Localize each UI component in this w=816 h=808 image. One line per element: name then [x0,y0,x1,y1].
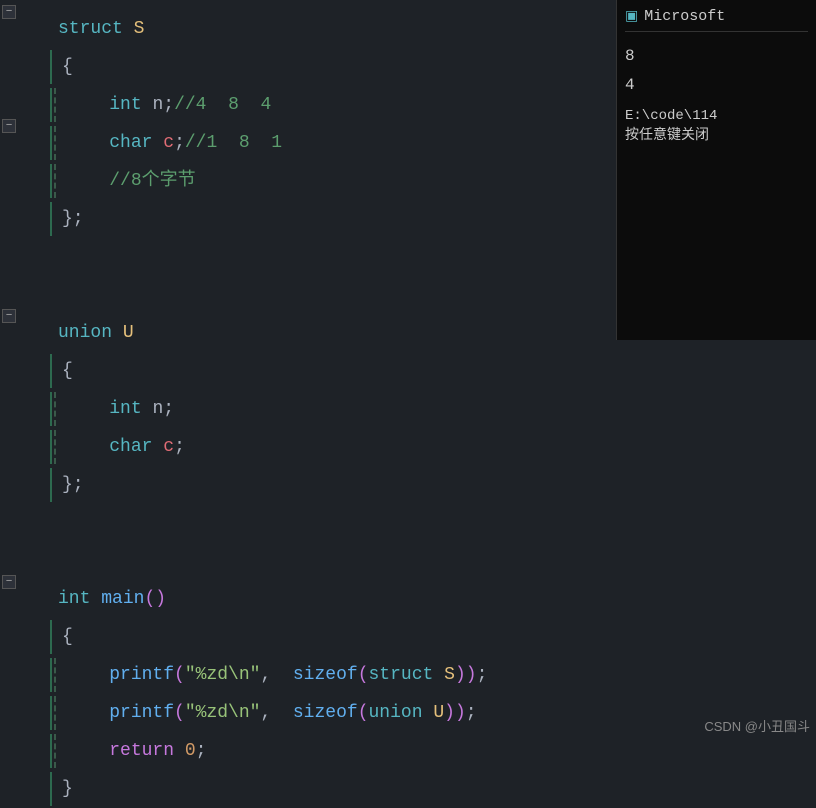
indent-line-9 [50,468,52,502]
line-char-c2: char c; [0,428,660,466]
indent-line-1 [50,50,52,84]
fold-btn-3[interactable]: − [2,309,16,323]
code-close-brace-1: }; [54,202,84,236]
terminal-path-text: E:\code\114 [625,108,717,124]
fold-btn-1[interactable]: − [2,5,16,19]
indent-dashed-8 [54,734,56,768]
terminal-line-2: 4 [625,71,808,100]
terminal-header: ▣ Microsoft [625,8,808,32]
code-blank-1 [50,240,69,274]
terminal-line-1: 8 [625,42,808,71]
line-blank-4 [0,542,660,580]
indent-line-7 [50,392,52,426]
code-main-header: int main() [50,582,166,616]
line-char-c: − char c;//1 8 1 [0,124,660,162]
code-close-brace-2: }; [54,468,84,502]
indent-line-6 [50,354,52,388]
line-int-n2: int n; [0,390,660,428]
line-blank-2 [0,276,660,314]
line-main-header: − int main() [0,580,660,618]
line-blank-1 [0,238,660,276]
indent-dashed-7 [54,696,56,730]
fold-btn-2[interactable]: − [2,119,16,133]
indent-dashed-1 [54,88,56,122]
watermark-text: CSDN @小丑国斗 [704,719,810,734]
code-blank-4 [50,544,69,578]
line-blank-3 [0,504,660,542]
terminal-press-key: 按任意键关闭 [625,128,709,144]
line-open-brace-2: { [0,352,660,390]
code-printf-1: printf("%zd\n", sizeof(struct S)); [58,658,487,692]
watermark: CSDN @小丑国斗 [704,716,810,735]
code-open-brace-2: { [54,354,73,388]
indent-line-10 [50,620,52,654]
terminal-title: Microsoft [644,8,725,25]
indent-dashed-3 [54,164,56,198]
terminal-path: E:\code\114 按任意键关闭 [625,108,808,144]
code-open-brace-3: { [54,620,73,654]
indent-line-4 [50,164,52,198]
line-printf-2: printf("%zd\n", sizeof(union U)); [0,694,660,732]
code-char-c2: char c; [58,430,185,464]
line-comment-bytes: //8个字节 [0,162,660,200]
code-open-brace-1: { [54,50,73,84]
line-return: return 0; [0,732,660,770]
line-struct-header: − struct S [0,10,660,48]
code-comment-bytes: //8个字节 [58,164,196,198]
line-union-header: − union U [0,314,660,352]
indent-line-5 [50,202,52,236]
code-int-n: int n;//4 8 4 [58,88,271,122]
code-printf-2: printf("%zd\n", sizeof(union U)); [58,696,477,730]
line-close-brace-3: } [0,770,660,808]
code-struct-header: struct S [50,12,144,46]
code-union-header: union U [50,316,134,350]
line-printf-1: printf("%zd\n", sizeof(struct S)); [0,656,660,694]
indent-dashed-5 [54,430,56,464]
terminal-panel: ▣ Microsoft 8 4 E:\code\114 按任意键关闭 [616,0,816,340]
indent-dashed-4 [54,392,56,426]
line-int-n: int n;//4 8 4 [0,86,660,124]
indent-line-8 [50,430,52,464]
indent-dashed-2 [54,126,56,160]
code-blank-3 [50,506,69,540]
code-area: − struct S { int n;//4 8 4 − char c;//1 … [0,0,660,741]
line-open-brace-1: { [0,48,660,86]
line-close-brace-1: }; [0,200,660,238]
line-close-brace-2: }; [0,466,660,504]
code-return: return 0; [58,734,206,768]
indent-line-11 [50,658,52,692]
code-int-n2: int n; [58,392,174,426]
indent-line-13 [50,734,52,768]
indent-dashed-6 [54,658,56,692]
code-close-brace-3: } [54,772,73,806]
terminal-output: 8 4 [625,42,808,100]
code-blank-2 [50,278,69,312]
indent-line-3 [50,126,52,160]
indent-line-12 [50,696,52,730]
indent-line-14 [50,772,52,806]
indent-line-2 [50,88,52,122]
line-open-brace-3: { [0,618,660,656]
code-char-c: char c;//1 8 1 [58,126,282,160]
fold-btn-4[interactable]: − [2,575,16,589]
terminal-icon: ▣ [625,8,638,25]
